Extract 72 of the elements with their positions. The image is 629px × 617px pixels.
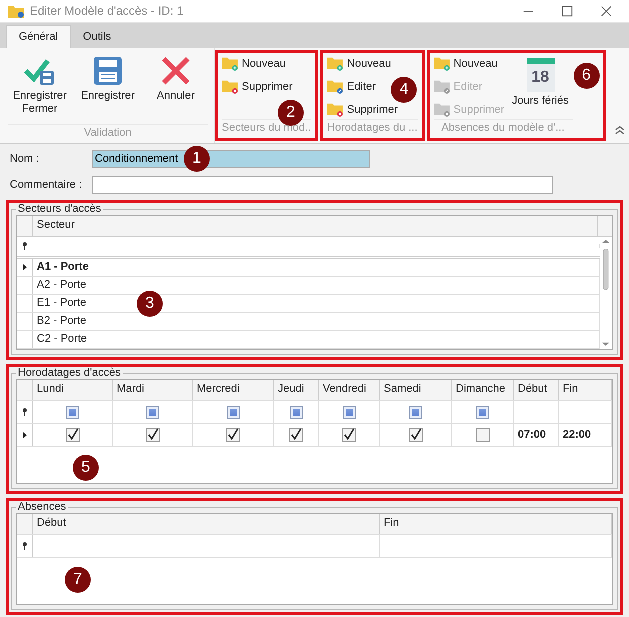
folder-icon [222, 80, 239, 94]
ribbon-button[interactable]: Enregistrer Fermer [8, 52, 72, 124]
column-header[interactable]: Vendredi [319, 380, 380, 400]
filter-checkbox[interactable] [342, 406, 356, 418]
column-header[interactable]: Début [33, 514, 380, 534]
filter-checkbox[interactable] [146, 406, 159, 418]
group-title: Horodatages d'accès [17, 367, 122, 379]
comment-field[interactable] [92, 176, 553, 194]
field-label: Nom : [9, 153, 40, 165]
window-title: Editer Modèle d'accès - ID: 1 [30, 4, 185, 18]
checkbox[interactable] [342, 428, 356, 442]
folder-icon [434, 103, 451, 117]
filter-checkbox[interactable] [476, 406, 489, 418]
ribbon-button[interactable]: Nouveau [434, 55, 498, 73]
column-header[interactable]: Fin [559, 380, 612, 400]
ribbon-button[interactable]: Annuler [144, 52, 208, 124]
checkbox[interactable] [476, 428, 490, 442]
column-header[interactable]: Lundi [33, 380, 113, 400]
folder-icon [8, 4, 24, 18]
group-label: Horodatages du ... [327, 119, 418, 138]
maximize-button[interactable] [561, 4, 574, 18]
filter-icon [22, 408, 28, 416]
ribbon-button[interactable]: Supprimer [222, 78, 293, 96]
filter-icon [22, 542, 28, 550]
group-title: Absences [17, 501, 68, 513]
close-icon[interactable] [600, 4, 613, 18]
calendar-icon: 18 [526, 58, 555, 92]
callout-number: 1 [184, 146, 210, 172]
callout-number: 4 [391, 77, 418, 103]
column-header[interactable]: Fin [380, 514, 612, 534]
folder-icon [327, 80, 344, 94]
checkbox[interactable] [226, 428, 240, 442]
filter-checkbox[interactable] [226, 406, 240, 418]
column-header[interactable]: Samedi [380, 380, 452, 400]
folder-icon [434, 80, 451, 94]
cancel-icon [160, 55, 192, 87]
checkbox[interactable] [408, 428, 422, 442]
folder-icon [327, 103, 344, 117]
table-cell: 22:00 [559, 424, 612, 446]
ribbon-button[interactable]: Editer [327, 78, 376, 96]
filter-icon [22, 242, 28, 250]
ribbon-tab[interactable]: Outils [71, 26, 124, 48]
ribbon-button[interactable]: 18 Jours fériés [508, 55, 573, 119]
ribbon-button[interactable]: Nouveau [327, 55, 392, 73]
table-cell: 07:00 [514, 424, 559, 446]
group-label: Validation [8, 124, 208, 143]
table-cell[interactable]: C2 - Porte [33, 330, 600, 348]
group-title: Secteurs d'accès [17, 203, 102, 215]
filter-checkbox[interactable] [409, 406, 422, 418]
checkbox[interactable] [289, 428, 303, 442]
callout-number: 6 [574, 63, 600, 89]
ribbon-tab[interactable]: Général [6, 25, 72, 48]
column-header[interactable]: Mercredi [193, 380, 274, 400]
checkbox[interactable] [146, 428, 160, 442]
table-cell[interactable]: A1 - Porte [33, 258, 600, 276]
column-header[interactable]: Dimanche [452, 380, 514, 400]
column-header[interactable]: Jeudi [274, 380, 319, 400]
filter-checkbox[interactable] [290, 406, 302, 418]
ribbon-button[interactable]: Supprimer [327, 101, 398, 119]
folder-icon [222, 57, 239, 71]
folder-icon [434, 57, 451, 71]
ribbon-button[interactable]: Nouveau [222, 55, 286, 73]
filter-checkbox[interactable] [66, 406, 79, 418]
column-header[interactable]: Début [514, 380, 559, 400]
column-header[interactable]: Mardi [113, 380, 193, 400]
checkbox[interactable] [66, 428, 80, 442]
save-icon [92, 55, 124, 87]
ribbon-button[interactable]: Enregistrer [76, 52, 140, 124]
group-label: Absences du modèle d'... [434, 119, 573, 138]
folder-icon [327, 57, 344, 71]
collapse-icon[interactable] [614, 125, 626, 135]
field-label: Commentaire : [9, 179, 84, 191]
